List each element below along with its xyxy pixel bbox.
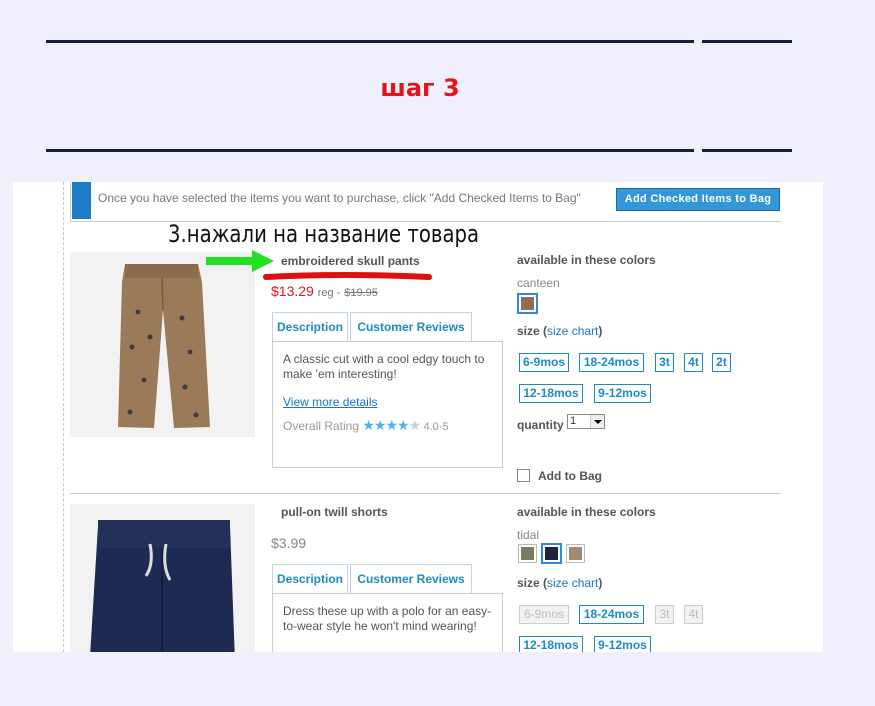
tab-description[interactable]: Description xyxy=(272,312,348,342)
add-checked-items-button[interactable]: Add Checked Items to Bag xyxy=(616,188,780,211)
size-option-18-24mos[interactable]: 18-24mos xyxy=(579,605,644,624)
chevron-down-icon xyxy=(590,415,604,428)
add-to-bag-checkbox[interactable] xyxy=(517,469,530,482)
size-option-3t[interactable]: 3t xyxy=(655,353,674,372)
size-chart-link[interactable]: size chart xyxy=(547,576,598,590)
bottom-rule-long xyxy=(46,149,694,152)
product-description: A classic cut with a cool edgy touch to … xyxy=(283,352,485,381)
product-description: Dress these up with a polo for an easy-t… xyxy=(283,604,492,633)
toolbar-divider xyxy=(70,182,71,222)
size-option-4t[interactable]: 4t xyxy=(684,353,703,372)
add-instruction-text: Once you have selected the items you wan… xyxy=(98,191,581,205)
size-option-9-12mos[interactable]: 9-12mos xyxy=(594,636,651,652)
size-option-4t: 4t xyxy=(684,605,703,624)
product-image-twill-shorts[interactable] xyxy=(70,504,255,652)
rating-scale: ·5 xyxy=(438,421,449,433)
product-separator xyxy=(70,493,781,494)
toolbar-accent-bar xyxy=(72,182,91,219)
view-more-details-link[interactable]: View more details xyxy=(283,395,378,409)
tab-customer-reviews[interactable]: Customer Reviews xyxy=(350,312,472,342)
bottom-rule-short xyxy=(702,149,792,152)
size-option-2t[interactable]: 2t xyxy=(712,353,731,372)
product-name-link[interactable]: pull-on twill shorts xyxy=(281,505,388,519)
size-option-12-18mos[interactable]: 12-18mos xyxy=(519,384,583,403)
dashed-divider xyxy=(63,182,64,652)
selected-color-name: tidal xyxy=(517,528,540,542)
tab-description[interactable]: Description xyxy=(272,564,348,594)
description-panel: A classic cut with a cool edgy touch to … xyxy=(272,341,503,468)
rating-value: 4.0 xyxy=(423,421,439,433)
color-swatch-1[interactable] xyxy=(518,544,537,563)
color-swatch-tidal[interactable] xyxy=(541,543,562,564)
size-label: size (size chart) xyxy=(517,324,603,338)
size-option-12-18mos[interactable]: 12-18mos xyxy=(519,636,583,652)
product-image-skull-pants[interactable] xyxy=(70,252,255,437)
top-rule-long xyxy=(46,40,694,43)
size-option-6-9mos: 6-9mos xyxy=(519,605,569,624)
store-screenshot: Once you have selected the items you wan… xyxy=(13,182,823,652)
rating-label: Overall Rating xyxy=(283,419,360,433)
size-option-3t: 3t xyxy=(655,605,674,624)
product-price: $3.99 xyxy=(271,535,307,551)
top-rule-short xyxy=(702,40,792,43)
sale-price: $13.29 xyxy=(271,283,314,299)
tab-customer-reviews[interactable]: Customer Reviews xyxy=(350,564,472,594)
size-option-6-9mos[interactable]: 6-9mos xyxy=(519,353,569,372)
color-swatch-canteen[interactable] xyxy=(517,293,538,314)
regular-price-label: reg - xyxy=(317,287,341,299)
available-colors-label: available in these colors xyxy=(517,253,656,267)
star-rating-icon: ★★★★★ xyxy=(362,417,421,433)
green-arrow-icon xyxy=(206,250,274,272)
quantity-label: quantity xyxy=(517,418,564,432)
add-to-bag-label: Add to Bag xyxy=(538,469,602,483)
regular-price: $19.95 xyxy=(344,287,378,299)
size-chart-link[interactable]: size chart xyxy=(547,324,598,338)
overall-rating: Overall Rating ★★★★★ 4.0·5 xyxy=(283,417,449,434)
available-colors-label: available in these colors xyxy=(517,505,656,519)
page-title: шаг 3 xyxy=(380,74,460,102)
description-panel: Dress these up with a polo for an easy-t… xyxy=(272,593,503,652)
size-option-18-24mos[interactable]: 18-24mos xyxy=(579,353,644,372)
step-annotation: 3.нажали на название товара xyxy=(168,220,480,248)
size-option-9-12mos[interactable]: 9-12mos xyxy=(594,384,651,403)
product-price: $13.29 reg - $19.95 xyxy=(271,283,378,299)
color-swatch-3[interactable] xyxy=(566,544,585,563)
selected-color-name: canteen xyxy=(517,276,560,290)
product-name-link[interactable]: embroidered skull pants xyxy=(281,254,420,268)
size-label: size (size chart) xyxy=(517,576,603,590)
red-underline-mark xyxy=(263,272,432,280)
quantity-select[interactable]: 1 xyxy=(567,414,605,429)
